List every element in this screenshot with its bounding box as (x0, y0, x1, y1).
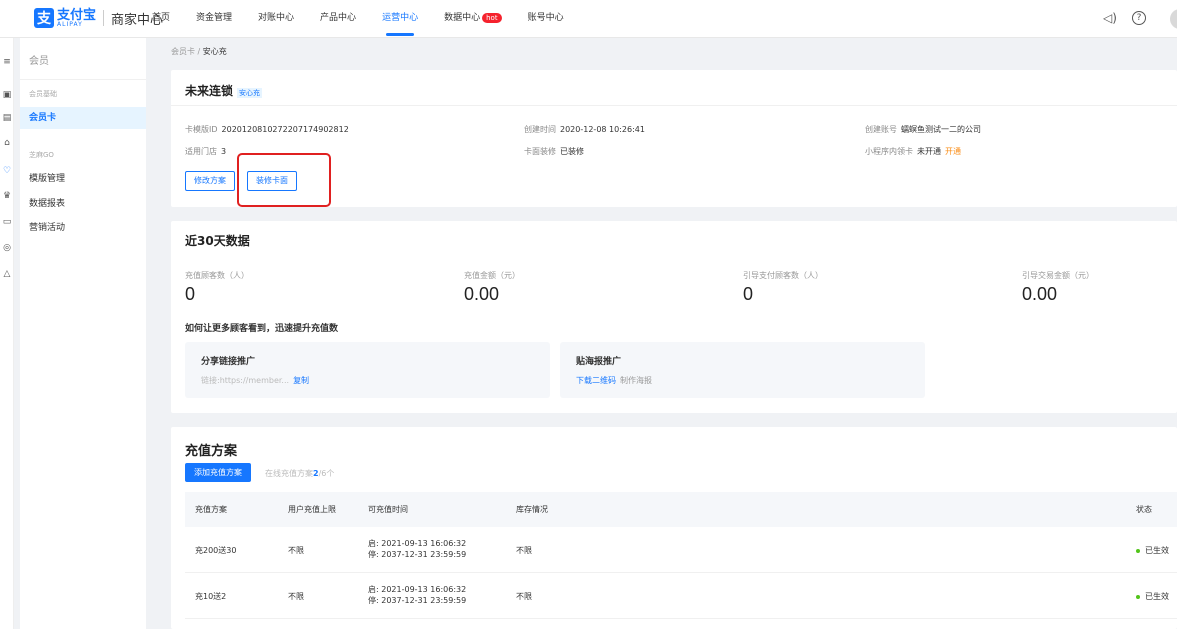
promo-heading: 如何让更多顾客看到，迅速提升充值数 (185, 324, 339, 334)
sidebar-group-member-basic: 会员基础 (29, 90, 57, 98)
sidebar: 会员 会员基础 会员卡 芝麻GO 模版管理 数据报表 营销活动 (20, 38, 146, 629)
avatar[interactable] (1170, 9, 1177, 29)
plan-stock: 不限 (516, 546, 532, 555)
stat-value-guided-customers: 0 (743, 284, 754, 304)
stats-title: 近30天数据 (185, 234, 250, 248)
table-header: 充值方案 用户充值上限 可充值时间 库存情况 状态 (185, 492, 1177, 527)
triangle-icon[interactable]: △ (2, 269, 12, 279)
stats-panel: 近30天数据 充值顾客数（人） 0 充值金额（元） 0.00 引导支付顾客数（人… (171, 221, 1177, 413)
top-navigation-bar: 支 支付宝 ALIPAY 商家中心 首页 资金管理 对账中心 产品中心 运营中心… (0, 0, 1177, 38)
make-poster-link[interactable]: 制作海报 (620, 376, 652, 385)
target-icon[interactable]: ◎ (2, 243, 12, 253)
card-type-tag: 安心充 (237, 88, 263, 98)
help-icon[interactable]: ? (1132, 11, 1146, 25)
status-dot-icon (1136, 548, 1140, 553)
column-header-stock: 库存情况 (516, 505, 548, 514)
miniapp-enable-link[interactable]: 开通 (945, 147, 961, 156)
status-dot-icon (1136, 594, 1140, 599)
breadcrumb-current: 安心充 (202, 47, 227, 56)
poster-promo: 贴海报推广 下载二维码 制作海报 (560, 342, 925, 398)
stat-label-recharge-customers: 充值顾客数（人） (185, 271, 249, 280)
modify-plan-button[interactable]: 修改方案 (185, 171, 235, 191)
stat-label-guided-amount: 引导交易金额（元） (1022, 271, 1094, 280)
column-header-status: 状态 (1136, 505, 1152, 514)
card-title: 未来连锁 (185, 84, 234, 98)
plans-title: 充值方案 (185, 444, 238, 459)
shop-icon[interactable]: ⌂ (2, 138, 12, 148)
nav-account[interactable]: 账号中心 (528, 0, 564, 38)
share-link-text: 链接:https://member... (201, 376, 290, 385)
template-id-value: 20201208102722071749028​12 (221, 125, 349, 134)
stat-label-guided-customers: 引导支付顾客数（人） (743, 271, 823, 280)
sidebar-item-report[interactable]: 数据报表 (20, 193, 146, 215)
table-row[interactable]: 充10送2 不限 启: 2021-09-13 16:06:32 停: 2037-1… (185, 573, 1177, 619)
home-icon[interactable]: ▣ (2, 90, 12, 100)
column-header-limit: 用户充值上限 (288, 505, 336, 514)
nav-reconciliation[interactable]: 对账中心 (258, 0, 294, 38)
card-icon[interactable]: ▭ (2, 217, 12, 227)
download-qrcode-link[interactable]: 下载二维码 (576, 376, 616, 385)
nav-funds[interactable]: 资金管理 (196, 0, 232, 38)
plan-stock: 不限 (516, 592, 532, 601)
logo-text-cn: 支付宝 (57, 7, 97, 23)
menu-icon[interactable]: ≡ (2, 57, 12, 67)
nav-data-center[interactable]: 数据中心 hot (444, 0, 502, 38)
crown-icon[interactable]: ♛ (2, 191, 12, 201)
template-id-field: 卡模版ID 20201208102722071749028​12 (185, 125, 349, 134)
nav-operations[interactable]: 运营中心 (382, 0, 418, 38)
status-badge: 已生效 (1136, 591, 1169, 602)
sidebar-group-zhima-go: 芝麻GO (29, 151, 54, 159)
card-face-field: 卡面装修 已装修 (524, 147, 584, 156)
alipay-logo-icon: 支 (34, 8, 54, 28)
nav-data-center-label: 数据中心 (444, 13, 481, 23)
collapsed-icon-bar: ≡ ▣ ▤ ⌂ ♡ ♛ ▭ ◎ △ (0, 38, 14, 629)
main-nav: 首页 资金管理 对账中心 产品中心 运营中心 数据中心 hot 账号中心 (152, 0, 590, 38)
plan-time: 启: 2021-09-13 16:06:32 停: 2037-12-31 23:5… (368, 585, 467, 605)
stores-field: 适用门店 3 (185, 147, 227, 156)
sidebar-item-member-card[interactable]: 会员卡 (20, 107, 146, 129)
add-plan-button[interactable]: 添加充值方案 (185, 463, 251, 482)
document-icon[interactable]: ▤ (2, 113, 12, 123)
plan-name: 充10送2 (195, 592, 227, 601)
created-account-field: 创建账号 蠕螟鱼测试一二的公司 (865, 125, 981, 134)
table-row[interactable]: 充200送30 不限 启: 2021-09-13 16:06:32 停: 2037… (185, 527, 1177, 573)
created-time-field: 创建时间 2020-12-08 10:26:41 (524, 125, 645, 134)
plans-quota: 在线充值方案2/6个 (265, 469, 335, 478)
plan-limit: 不限 (288, 546, 304, 555)
hot-badge: hot (482, 12, 502, 23)
alipay-logo[interactable]: 支 支付宝 ALIPAY 商家中心 (34, 8, 163, 28)
share-promo-title: 分享链接推广 (201, 357, 256, 367)
copy-link-button[interactable]: 复制 (293, 376, 309, 385)
member-icon[interactable]: ♡ (2, 166, 12, 176)
recharge-plans-panel: 充值方案 添加充值方案 在线充值方案2/6个 充值方案 用户充值上限 可充值时间… (171, 427, 1177, 629)
nav-products[interactable]: 产品中心 (320, 0, 356, 38)
column-header-time: 可充值时间 (368, 505, 408, 514)
breadcrumb: 会员卡 / 安心充 (171, 47, 227, 56)
plan-time: 启: 2021-09-13 16:06:32 停: 2037-12-31 23:5… (368, 539, 467, 559)
column-header-plan: 充值方案 (195, 505, 227, 514)
share-link-promo: 分享链接推广 链接:https://member... 复制 (185, 342, 550, 398)
breadcrumb-parent[interactable]: 会员卡 (171, 47, 195, 56)
sidebar-title: 会员 (20, 38, 146, 80)
highlight-annotation-box (237, 153, 331, 207)
stat-value-recharge-customers: 0 (185, 284, 196, 304)
plan-limit: 不限 (288, 592, 304, 601)
speaker-icon[interactable]: ◁) (1103, 11, 1117, 25)
miniapp-field: 小程序内领卡 未开通 开通 (865, 147, 961, 156)
poster-promo-title: 贴海报推广 (576, 357, 622, 367)
logo-divider (103, 10, 105, 26)
status-badge: 已生效 (1136, 545, 1169, 556)
sidebar-item-template[interactable]: 模版管理 (20, 168, 146, 190)
stat-value-guided-amount: 0.00 (1022, 284, 1058, 304)
stat-value-recharge-amount: 0.00 (464, 284, 500, 304)
nav-home[interactable]: 首页 (152, 0, 170, 38)
stat-label-recharge-amount: 充值金额（元） (464, 271, 520, 280)
plan-name: 充200送30 (195, 546, 237, 555)
sidebar-item-marketing[interactable]: 营销活动 (20, 217, 146, 239)
